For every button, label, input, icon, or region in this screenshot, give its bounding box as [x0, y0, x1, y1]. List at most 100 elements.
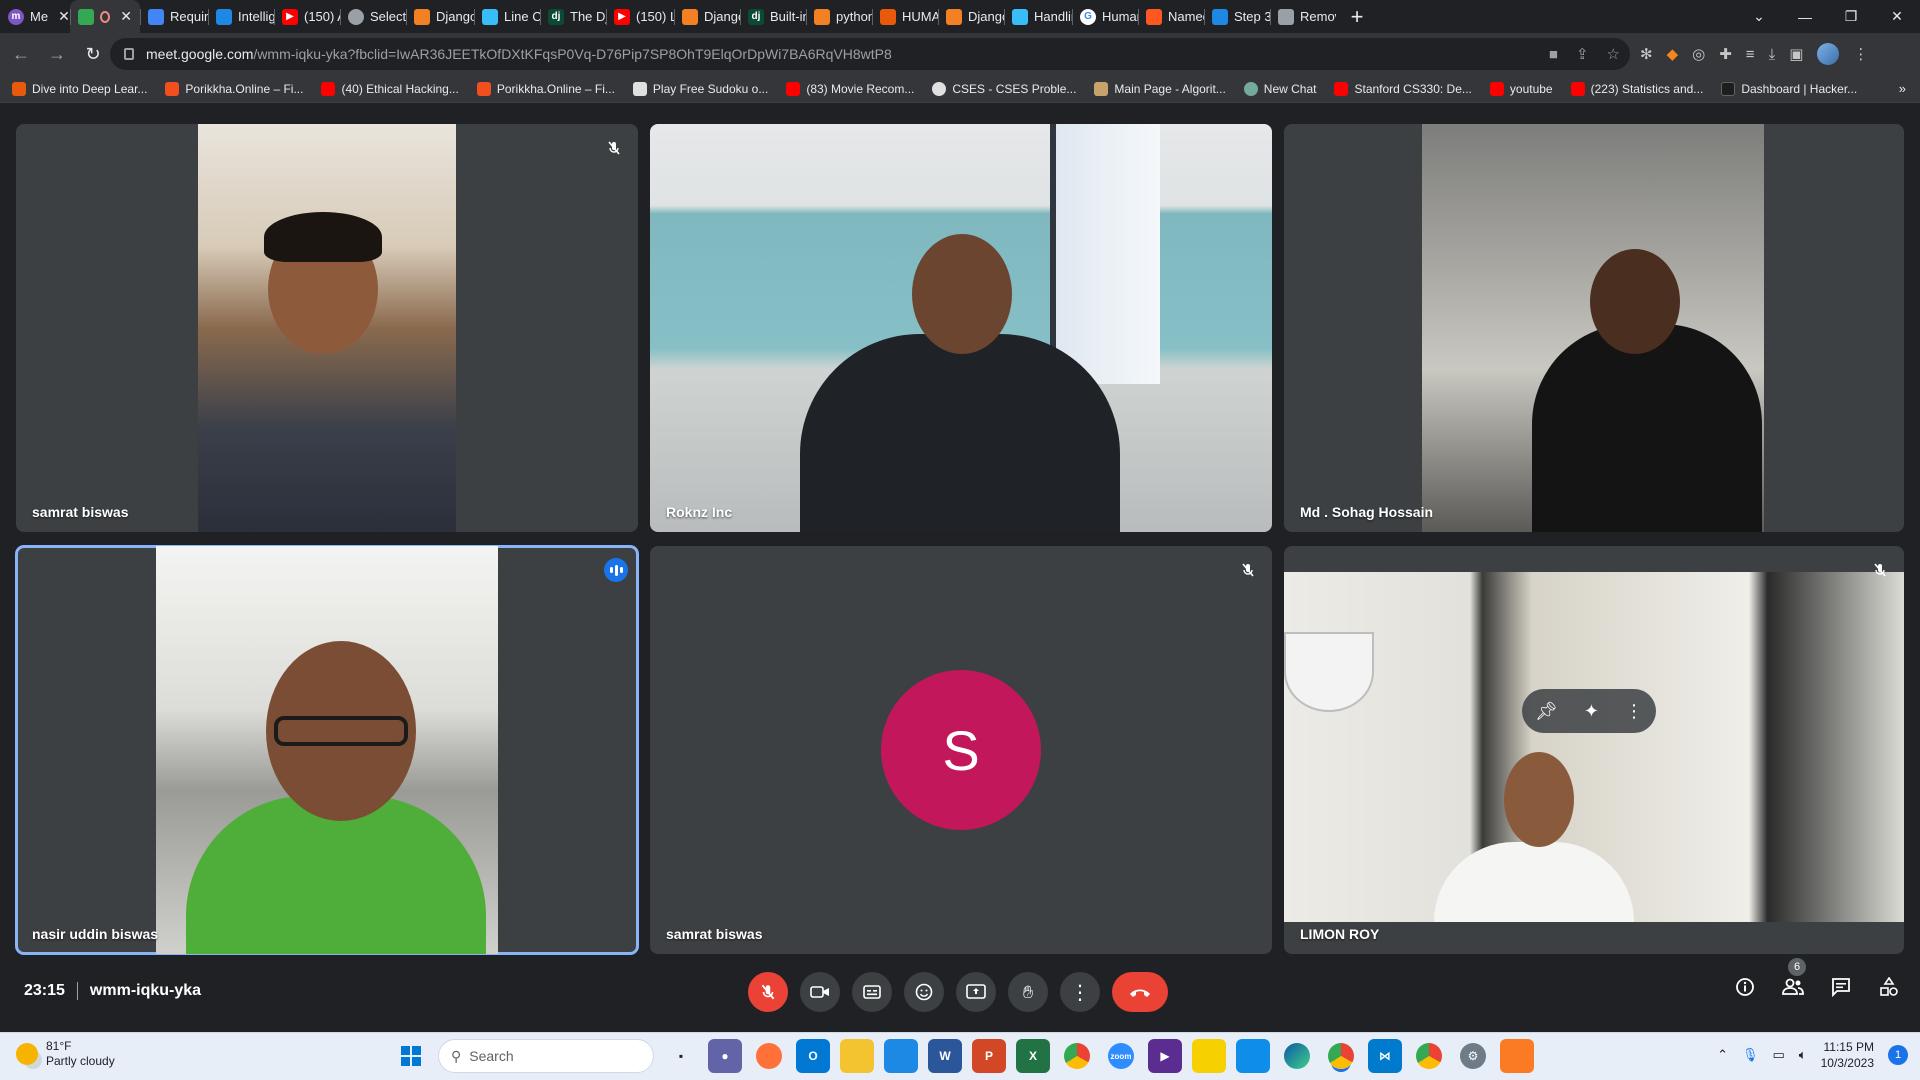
- meeting-details-button[interactable]: [1732, 974, 1758, 1000]
- extensions-puzzle-icon[interactable]: ✚: [1719, 45, 1732, 63]
- pin-icon[interactable]: 📌︎: [1535, 701, 1558, 722]
- back-arrow-icon[interactable]: ←: [6, 39, 36, 69]
- taskbar-search[interactable]: ⚲ Search: [438, 1039, 654, 1073]
- participant-tile[interactable]: 📌︎ ✦ ⋮ LIMON ROY: [1284, 546, 1904, 954]
- activities-button[interactable]: [1876, 974, 1902, 1000]
- browser-tab[interactable]: m Me ✕: [0, 0, 70, 33]
- notification-badge[interactable]: 1: [1888, 1045, 1908, 1065]
- firefox-icon[interactable]: [756, 1043, 782, 1069]
- powerpoint-icon[interactable]: P: [972, 1039, 1006, 1073]
- chrome-profile-icon[interactable]: [1416, 1043, 1442, 1069]
- browser-tab[interactable]: Django: [674, 0, 740, 33]
- teamviewer-icon[interactable]: [1236, 1039, 1270, 1073]
- network-icon[interactable]: ▭: [1773, 1047, 1785, 1063]
- mic-toggle-button[interactable]: [748, 972, 788, 1012]
- browser-tab[interactable]: G Human: [1072, 0, 1138, 33]
- browser-tab[interactable]: Intellige: [208, 0, 274, 33]
- browser-tab[interactable]: ▶ (150) LI: [606, 0, 674, 33]
- browser-tab-active[interactable]: ✕: [70, 0, 140, 33]
- bookmark-item[interactable]: (40) Ethical Hacking...: [321, 81, 459, 96]
- chevron-up-icon[interactable]: ⌃: [1717, 1047, 1728, 1063]
- bookmark-item[interactable]: (223) Statistics and...: [1570, 81, 1703, 96]
- browser-tab[interactable]: python: [806, 0, 872, 33]
- browser-tab[interactable]: Remove: [1270, 0, 1336, 33]
- bookmark-star-icon[interactable]: ☆: [1607, 45, 1620, 63]
- browser-tab[interactable]: Django: [938, 0, 1004, 33]
- bookmark-item[interactable]: youtube: [1489, 81, 1553, 96]
- outlook-icon[interactable]: O: [796, 1039, 830, 1073]
- browser-tab[interactable]: Select t: [340, 0, 406, 33]
- reload-icon[interactable]: ↻: [78, 39, 108, 69]
- chrome-icon[interactable]: [1064, 1043, 1090, 1069]
- menu-kebab-icon[interactable]: ⋮: [1853, 45, 1868, 63]
- windows-start-icon[interactable]: [394, 1039, 428, 1073]
- volume-icon[interactable]: 🔈︎: [1799, 1047, 1807, 1063]
- bookmark-item[interactable]: Dashboard | Hacker...: [1721, 81, 1857, 96]
- new-tab-button[interactable]: +: [1342, 2, 1372, 32]
- extension-circle-icon[interactable]: ◎: [1692, 45, 1705, 63]
- participant-tile[interactable]: Roknz Inc: [650, 124, 1272, 532]
- bookmark-item[interactable]: (83) Movie Recom...: [786, 81, 914, 96]
- xampp-icon[interactable]: [1500, 1039, 1534, 1073]
- browser-tab[interactable]: Django: [406, 0, 474, 33]
- raise-hand-button[interactable]: ✋︎: [1008, 972, 1048, 1012]
- browser-tab[interactable]: dj Built-in: [740, 0, 806, 33]
- chrome-active-icon[interactable]: [1328, 1043, 1354, 1069]
- browser-tab[interactable]: dj The Dja: [540, 0, 606, 33]
- camera-icon[interactable]: ■: [1549, 46, 1558, 63]
- browser-tab[interactable]: Line Cla: [474, 0, 540, 33]
- bookmark-item[interactable]: Porikkha.Online – Fi...: [165, 81, 303, 96]
- browser-tab[interactable]: Step 3 c: [1204, 0, 1270, 33]
- settings-gear-icon[interactable]: ⚙: [1460, 1043, 1486, 1069]
- bookmark-item[interactable]: Porikkha.Online – Fi...: [476, 81, 615, 96]
- browser-tab[interactable]: Namecl: [1138, 0, 1204, 33]
- browser-tab[interactable]: ▶ (150) A: [274, 0, 340, 33]
- close-icon[interactable]: ✕: [58, 8, 70, 25]
- media-control-icon[interactable]: ≡: [1746, 46, 1755, 63]
- camera-toggle-button[interactable]: [800, 972, 840, 1012]
- bookmarks-overflow-icon[interactable]: »: [1899, 81, 1906, 96]
- leave-call-button[interactable]: [1112, 972, 1168, 1012]
- chat-button[interactable]: [1828, 974, 1854, 1000]
- participant-tile-speaking[interactable]: nasir uddin biswas: [15, 545, 639, 955]
- visual-effects-icon[interactable]: ✦: [1584, 701, 1599, 722]
- weather-widget[interactable]: 81°F Partly cloudy: [16, 1039, 115, 1069]
- captions-button[interactable]: [852, 972, 892, 1012]
- restore-icon[interactable]: ❐: [1828, 0, 1874, 33]
- metamask-icon[interactable]: ◆: [1667, 45, 1679, 63]
- browser-tab[interactable]: Handlin: [1004, 0, 1072, 33]
- address-bar[interactable]: meet.google.com/wmm-iqku-yka?fbclid=IwAR…: [110, 38, 1630, 70]
- store-icon[interactable]: [884, 1039, 918, 1073]
- file-explorer-icon[interactable]: [840, 1039, 874, 1073]
- clock[interactable]: 11:15 PM 10/3/2023: [1821, 1039, 1874, 1071]
- participant-tile[interactable]: S samrat biswas: [650, 546, 1272, 954]
- browser-tab[interactable]: HUMAN: [872, 0, 938, 33]
- bookmark-item[interactable]: New Chat: [1243, 81, 1316, 96]
- reactions-button[interactable]: [904, 972, 944, 1012]
- close-window-icon[interactable]: ✕: [1874, 0, 1920, 33]
- vscode-icon[interactable]: ⋈: [1368, 1039, 1402, 1073]
- more-options-button[interactable]: ⋮: [1060, 972, 1100, 1012]
- tab-search-icon[interactable]: ⌄: [1736, 0, 1782, 33]
- profile-avatar[interactable]: [1817, 43, 1840, 65]
- player-icon[interactable]: [1192, 1039, 1226, 1073]
- bookmark-item[interactable]: Play Free Sudoku o...: [632, 81, 768, 96]
- people-button[interactable]: 6: [1780, 958, 1806, 1000]
- zoom-icon[interactable]: zoom: [1108, 1043, 1134, 1069]
- extension-gear-icon[interactable]: ✻: [1640, 45, 1653, 63]
- bookmark-item[interactable]: Dive into Deep Lear...: [12, 81, 147, 96]
- browser-tab[interactable]: Require: [140, 0, 208, 33]
- teams-chat-icon[interactable]: ●: [708, 1039, 742, 1073]
- visual-studio-icon[interactable]: ▶: [1148, 1039, 1182, 1073]
- forward-arrow-icon[interactable]: →: [42, 39, 72, 69]
- word-icon[interactable]: W: [928, 1039, 962, 1073]
- excel-icon[interactable]: X: [1016, 1039, 1050, 1073]
- bookmark-item[interactable]: Main Page - Algorit...: [1094, 81, 1226, 96]
- participant-tile[interactable]: samrat biswas: [16, 124, 638, 532]
- minimize-icon[interactable]: —: [1782, 0, 1828, 33]
- task-view-icon[interactable]: ▪: [664, 1039, 698, 1073]
- present-screen-button[interactable]: [956, 972, 996, 1012]
- share-icon[interactable]: ⇪: [1576, 45, 1589, 63]
- download-icon[interactable]: ⤓: [1769, 46, 1776, 63]
- edge-icon[interactable]: [1284, 1043, 1310, 1069]
